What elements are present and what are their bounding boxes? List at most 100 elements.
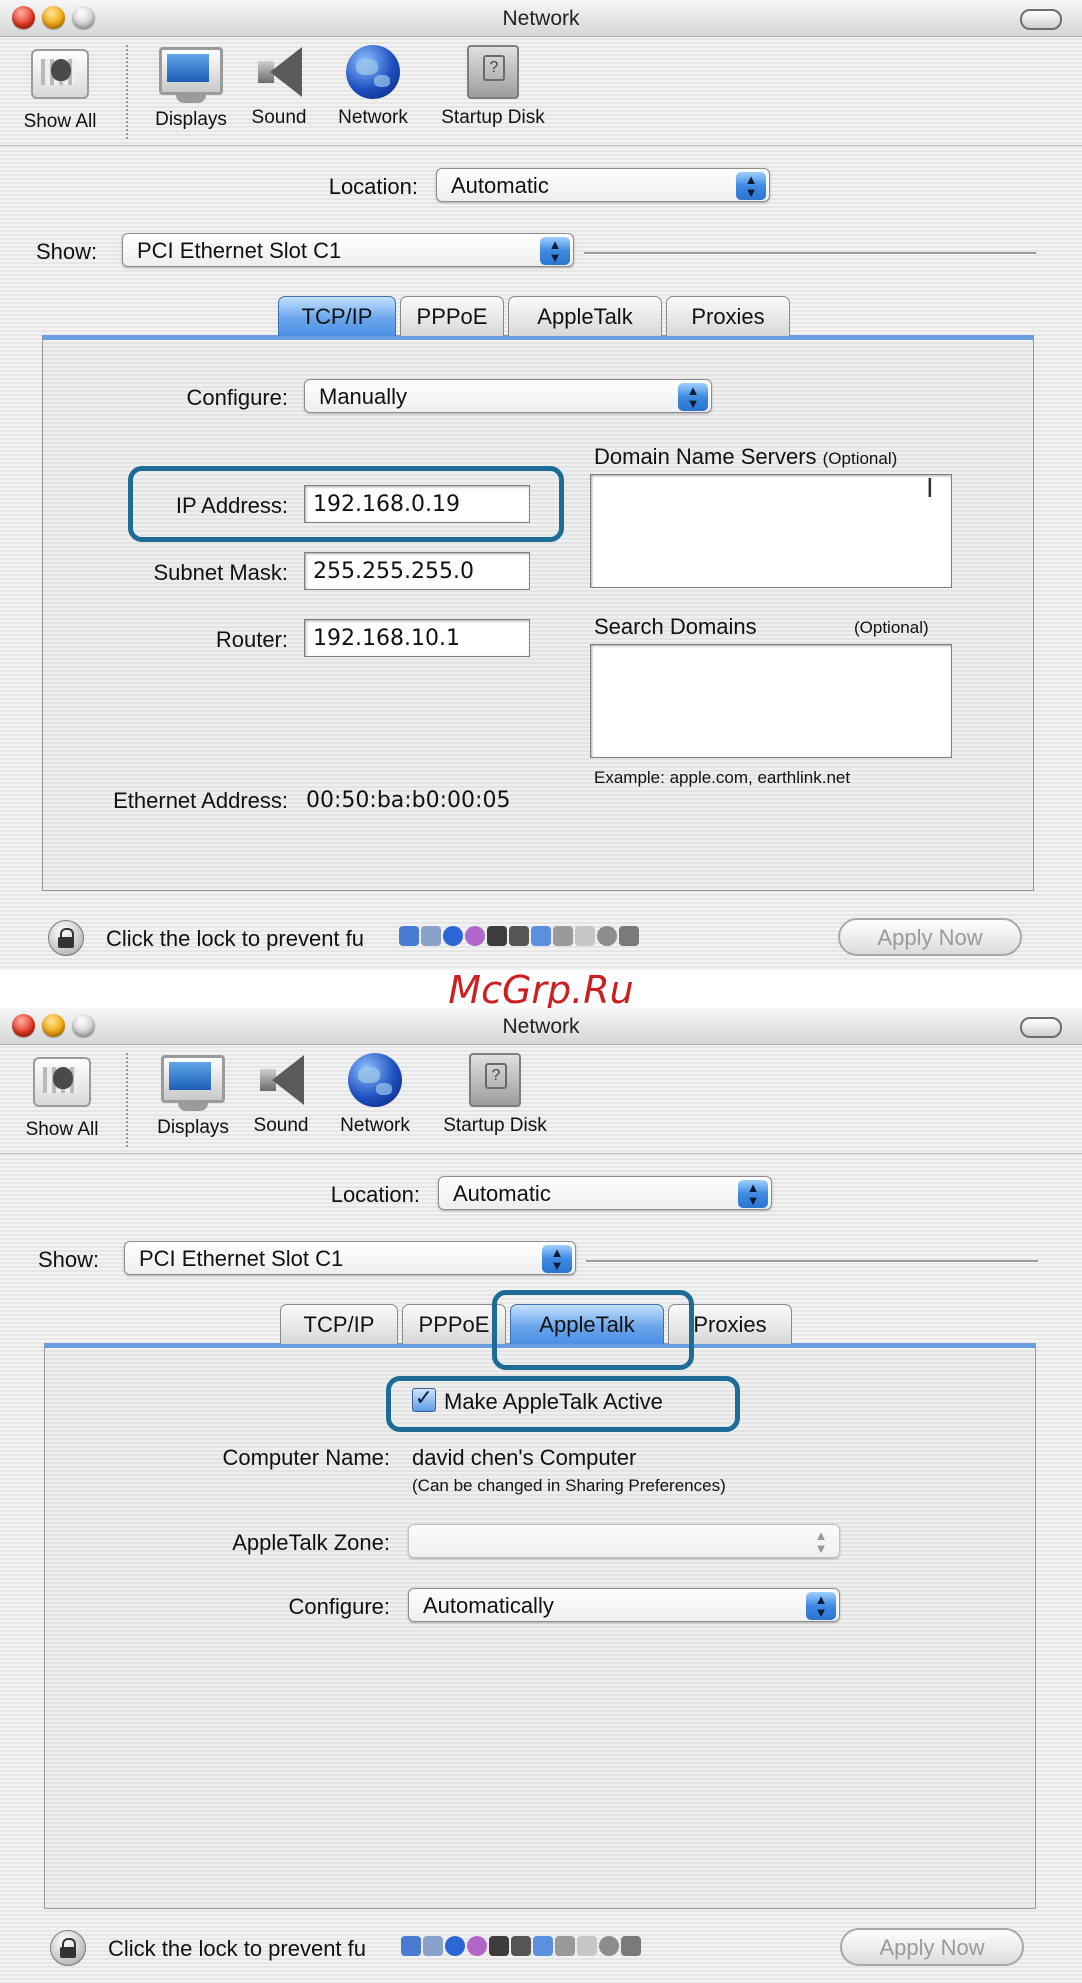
toolbar-show-all[interactable]: Show All xyxy=(14,45,106,133)
quicktime-icon[interactable] xyxy=(533,1936,553,1956)
location-label: Location: xyxy=(328,174,418,199)
apply-now-button[interactable]: Apply Now xyxy=(838,918,1022,956)
toolbar-network[interactable]: Network xyxy=(330,45,416,129)
preferences-icon[interactable] xyxy=(597,926,617,946)
imovie-icon[interactable] xyxy=(489,1936,509,1956)
toolbar-label: Show All xyxy=(23,111,97,132)
hard-disk-icon: ? xyxy=(467,45,519,99)
toolbar-show-all[interactable]: Show All xyxy=(16,1053,108,1141)
appletalk-active-highlight xyxy=(386,1376,740,1432)
sherlock-icon[interactable] xyxy=(511,1936,531,1956)
itunes-icon[interactable] xyxy=(467,1936,487,1956)
appletalk-zone-popup[interactable]: ▲ ▼ xyxy=(408,1524,840,1558)
appletalk-tab-highlight xyxy=(492,1290,694,1370)
toolbar-sound[interactable]: Sound xyxy=(246,45,312,129)
popup-arrows-icon: ▲ ▼ xyxy=(736,172,766,200)
apply-now-button[interactable]: Apply Now xyxy=(840,1928,1024,1966)
subnet-mask-field[interactable]: 255.255.255.0 xyxy=(304,552,530,590)
toolbar-displays[interactable]: Displays xyxy=(150,1053,236,1139)
preferences-icon[interactable] xyxy=(599,1936,619,1956)
network-window-appletalk: Network Show All Displays Sound Network … xyxy=(0,1008,1082,1983)
toolbar: Show All Displays Sound Network ? Startu… xyxy=(0,37,1082,146)
configure-popup[interactable]: Manually ▲ ▼ xyxy=(304,379,712,413)
configure-value: Manually xyxy=(319,384,408,409)
appletalk-zone-label: AppleTalk Zone: xyxy=(232,1530,390,1555)
toolbar-label: Sound xyxy=(251,107,307,128)
itunes-icon[interactable] xyxy=(465,926,485,946)
dns-optional-text: (Optional) xyxy=(822,449,898,468)
window-title: Network xyxy=(502,1015,580,1038)
location-popup[interactable]: Automatic ▲ ▼ xyxy=(438,1176,772,1210)
speaker-icon xyxy=(254,45,304,99)
popup-arrows-icon: ▲ ▼ xyxy=(806,1592,836,1620)
apple-icon[interactable] xyxy=(553,926,573,946)
configure-label: Configure: xyxy=(288,1594,390,1619)
apple-icon[interactable] xyxy=(555,1936,575,1956)
lock-text: Click the lock to prevent fu xyxy=(106,926,365,951)
show-divider xyxy=(584,252,1036,255)
tab-proxies[interactable]: Proxies xyxy=(666,296,790,336)
trash-icon[interactable] xyxy=(621,1936,641,1956)
location-value: Automatic xyxy=(451,173,549,198)
toolbar-toggle-button[interactable] xyxy=(1020,1017,1062,1038)
imovie-icon[interactable] xyxy=(487,926,507,946)
show-value: PCI Ethernet Slot C1 xyxy=(139,1246,344,1271)
finder-icon[interactable] xyxy=(399,926,419,946)
search-domains-label: Search Domains xyxy=(594,614,757,639)
tab-pppoe[interactable]: PPPoE xyxy=(400,296,504,336)
internet-explorer-icon[interactable] xyxy=(443,926,463,946)
toolbar-sound[interactable]: Sound xyxy=(248,1053,314,1137)
toolbar-label: Displays xyxy=(157,1117,229,1138)
popup-arrows-icon: ▲ ▼ xyxy=(814,1528,828,1556)
tab-tcpip[interactable]: TCP/IP xyxy=(280,1304,398,1344)
show-value: PCI Ethernet Slot C1 xyxy=(137,238,342,263)
trash-icon[interactable] xyxy=(619,926,639,946)
network-window-tcpip: Network Show All Displays Sound Network … xyxy=(0,0,1082,970)
tab-pppoe[interactable]: PPPoE xyxy=(402,1304,506,1344)
dns-servers-textarea[interactable] xyxy=(590,474,952,588)
quicktime-icon[interactable] xyxy=(531,926,551,946)
lock-text: Click the lock to prevent fu xyxy=(108,1936,367,1961)
dns-label-text: Domain Name Servers xyxy=(594,444,817,469)
edit-icon[interactable] xyxy=(575,926,595,946)
configure-popup[interactable]: Automatically ▲ ▼ xyxy=(408,1588,840,1622)
toolbar: Show All Displays Sound Network ? Startu… xyxy=(0,1045,1082,1154)
internet-explorer-icon[interactable] xyxy=(445,1936,465,1956)
show-divider xyxy=(586,1260,1038,1263)
popup-arrows-icon: ▲ ▼ xyxy=(540,237,570,265)
location-label: Location: xyxy=(330,1182,420,1207)
window-title: Network xyxy=(502,7,580,30)
computer-name-label: Computer Name: xyxy=(222,1445,390,1470)
show-label: Show: xyxy=(36,239,98,264)
router-field[interactable]: 192.168.10.1 xyxy=(304,619,530,657)
lock-icon[interactable] xyxy=(48,920,84,956)
search-domains-textarea[interactable] xyxy=(590,644,952,758)
show-popup[interactable]: PCI Ethernet Slot C1 ▲ ▼ xyxy=(122,233,574,267)
ip-address-highlight xyxy=(128,466,564,542)
sherlock-icon[interactable] xyxy=(509,926,529,946)
title-bar: Network xyxy=(0,1008,1082,1045)
toolbar-label: Startup Disk xyxy=(443,1115,547,1136)
show-all-icon xyxy=(33,1057,91,1107)
lock-icon[interactable] xyxy=(50,1930,86,1966)
dock-bar xyxy=(398,926,640,956)
mail-icon[interactable] xyxy=(423,1936,443,1956)
configure-label: Configure: xyxy=(186,385,288,410)
dock-bar xyxy=(400,1936,642,1966)
toolbar-displays[interactable]: Displays xyxy=(148,45,234,131)
finder-icon[interactable] xyxy=(401,1936,421,1956)
tab-tcpip[interactable]: TCP/IP xyxy=(278,296,396,336)
tab-appletalk[interactable]: AppleTalk xyxy=(508,296,662,336)
toolbar-startup-disk[interactable]: ? Startup Disk xyxy=(432,45,554,129)
show-popup[interactable]: PCI Ethernet Slot C1 ▲ ▼ xyxy=(124,1241,576,1275)
toolbar-startup-disk[interactable]: ? Startup Disk xyxy=(434,1053,556,1137)
router-label: Router: xyxy=(215,627,288,652)
location-popup[interactable]: Automatic ▲ ▼ xyxy=(436,168,770,202)
toolbar-network[interactable]: Network xyxy=(332,1053,418,1137)
toolbar-toggle-button[interactable] xyxy=(1020,9,1062,30)
edit-icon[interactable] xyxy=(577,1936,597,1956)
title-bar: Network xyxy=(0,0,1082,37)
mail-icon[interactable] xyxy=(421,926,441,946)
globe-icon xyxy=(348,1053,402,1107)
configure-value: Automatically xyxy=(423,1593,554,1618)
